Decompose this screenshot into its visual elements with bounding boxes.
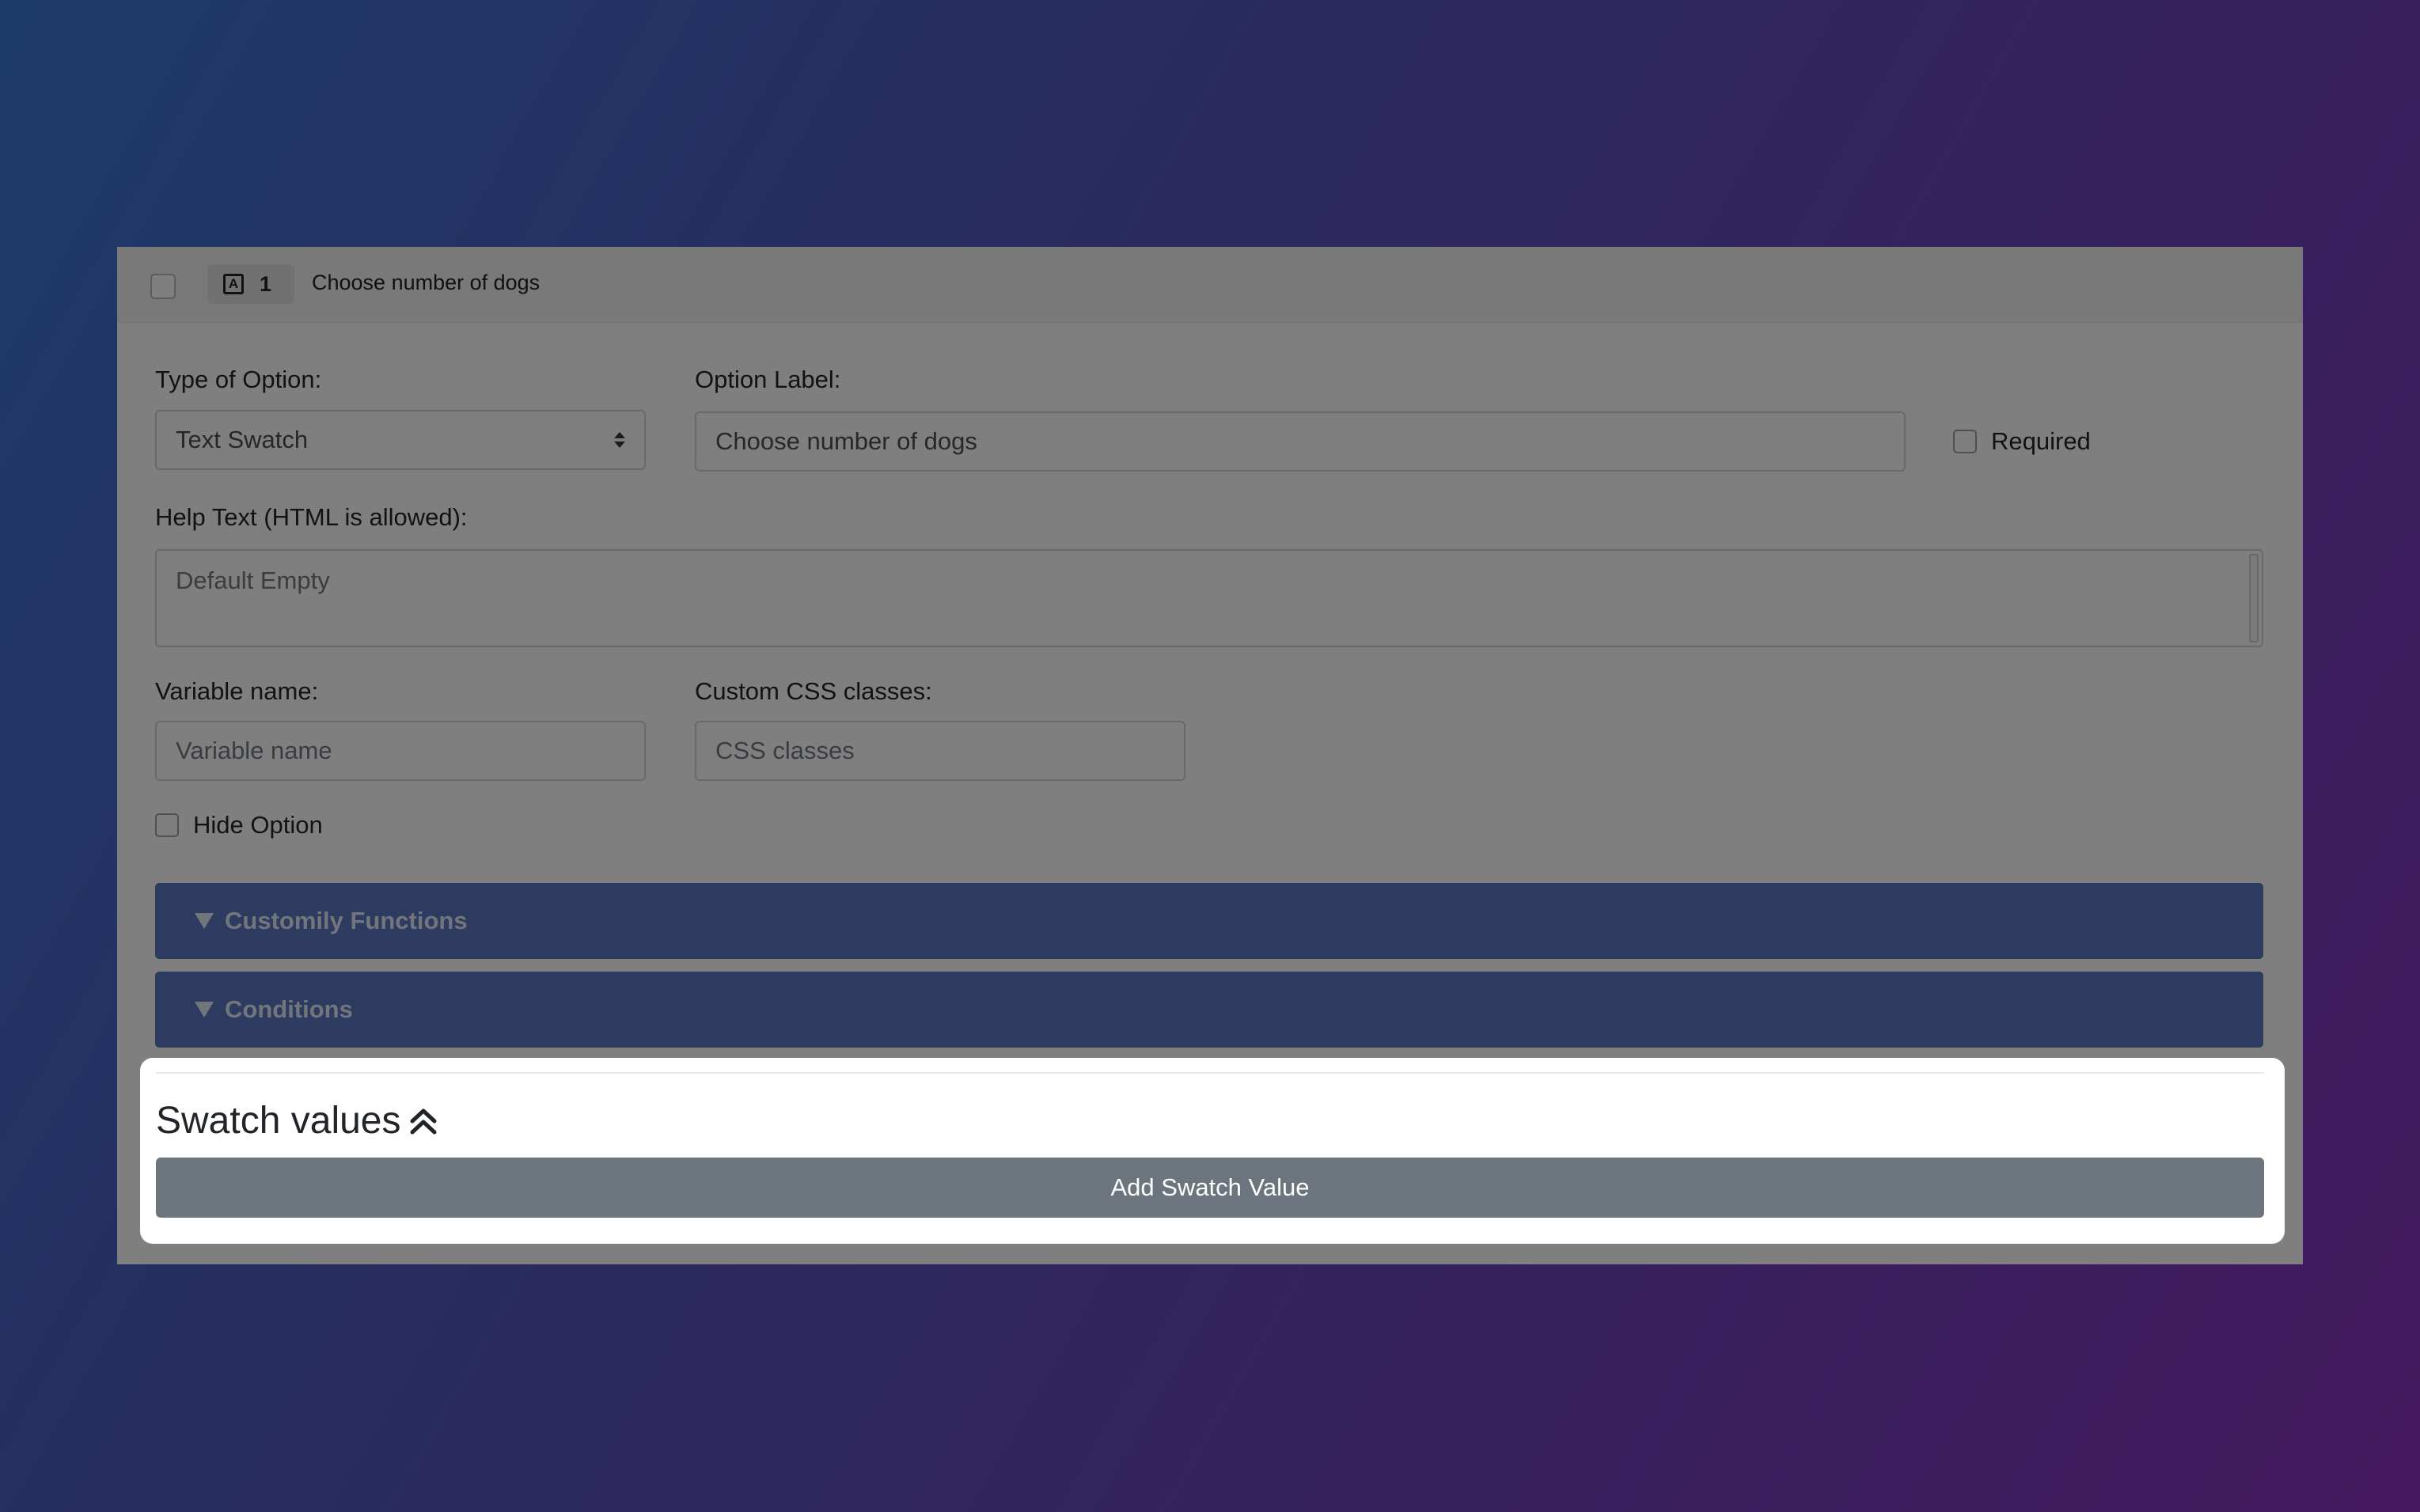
option-badge: A 1 — [207, 264, 294, 304]
type-of-option-label: Type of Option: — [155, 366, 322, 393]
divider — [156, 1072, 2264, 1074]
add-swatch-value-button[interactable]: Add Swatch Value — [156, 1158, 2264, 1218]
type-of-option-select[interactable]: Text Swatch — [155, 410, 646, 470]
conditions-accordion[interactable]: Conditions — [155, 972, 2263, 1048]
select-arrows-icon — [614, 432, 625, 448]
customily-functions-accordion[interactable]: Customily Functions — [155, 883, 2263, 959]
hide-option-checkbox[interactable] — [155, 813, 179, 837]
swatch-values-heading[interactable]: Swatch values — [156, 1099, 438, 1143]
custom-css-input[interactable] — [695, 721, 1185, 781]
option-label-label: Option Label: — [695, 366, 841, 393]
option-header-title: Choose number of dogs — [312, 271, 541, 294]
caret-down-icon — [195, 913, 214, 929]
help-text-placeholder: Default Empty — [176, 567, 330, 594]
textarea-scrollbar[interactable] — [2249, 554, 2259, 642]
option-select-checkbox[interactable] — [150, 274, 176, 299]
required-label: Required — [1991, 427, 2091, 455]
custom-css-label: Custom CSS classes: — [695, 677, 932, 705]
swatch-values-section: Swatch values Add Swatch Value — [140, 1058, 2285, 1244]
caret-down-icon — [195, 1002, 214, 1017]
help-text-field[interactable]: Default Empty — [155, 549, 2263, 647]
option-label-input[interactable] — [695, 411, 1906, 472]
type-text-icon: A — [223, 274, 244, 294]
hide-option-label: Hide Option — [193, 811, 323, 839]
required-checkbox[interactable] — [1953, 430, 1977, 453]
option-number: 1 — [260, 271, 272, 296]
conditions-label: Conditions — [225, 995, 353, 1023]
option-header[interactable]: A 1 Choose number of dogs — [117, 247, 2303, 323]
swatch-values-title: Swatch values — [156, 1100, 401, 1142]
type-of-option-value: Text Swatch — [176, 426, 309, 453]
variable-name-label: Variable name: — [155, 677, 319, 705]
chevron-double-up-icon[interactable] — [409, 1105, 438, 1137]
customily-functions-label: Customily Functions — [225, 907, 468, 934]
variable-name-input[interactable] — [155, 721, 646, 781]
help-text-label: Help Text (HTML is allowed): — [155, 503, 468, 531]
